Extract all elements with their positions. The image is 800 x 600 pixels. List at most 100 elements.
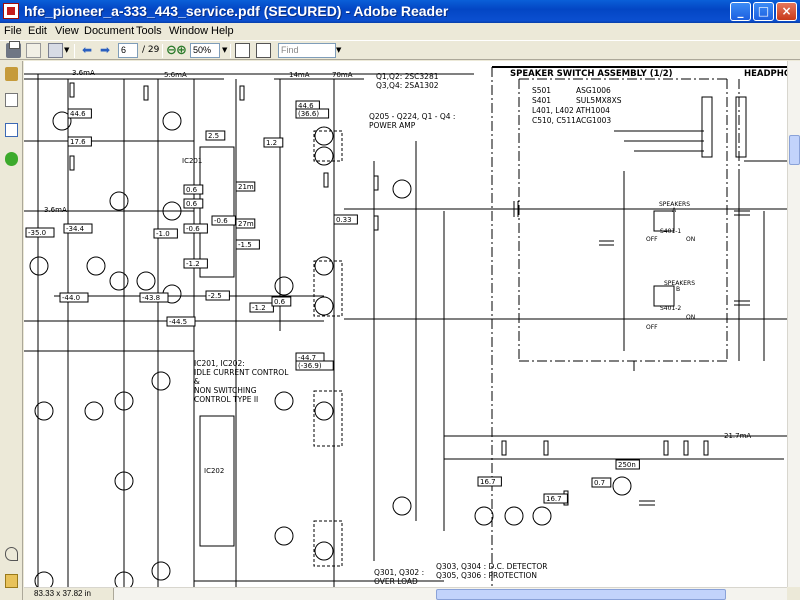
navigation-pane: [0, 61, 23, 600]
toolbar-separator: [230, 44, 231, 58]
previous-page-icon[interactable]: ⬅: [82, 43, 92, 58]
email-icon[interactable]: [26, 43, 41, 58]
voltage-value: -43.8: [142, 294, 160, 302]
ic-label: IC202: [204, 467, 224, 475]
voltage-value: -1.5: [238, 241, 252, 249]
menu-file[interactable]: File: [4, 25, 22, 37]
voltage-value: -44.0: [62, 294, 80, 302]
fit-page-icon[interactable]: [235, 43, 250, 58]
menu-tools[interactable]: Tools: [136, 25, 162, 37]
page-number-input[interactable]: 6: [118, 43, 138, 58]
ic-label: IC201: [182, 157, 202, 165]
attachment-icon[interactable]: [5, 547, 18, 561]
voltage-value: 250n: [618, 461, 636, 469]
adobe-reader-icon: [3, 3, 19, 19]
maximize-button[interactable]: □: [753, 2, 774, 21]
document-view[interactable]: -35.0 -34.4 -44.0 -43.8 -44.5 -44.7 (-36.9) 44.…: [24, 61, 787, 587]
menu-window[interactable]: Window: [169, 25, 208, 37]
toolbar-separator: [162, 44, 163, 58]
ic-note-note: IC201, IC202: IDLE CURRENT CONTROL & NON SW…: [194, 359, 289, 404]
voltage-value: -44.5: [169, 318, 187, 326]
window-title: hfe_pioneer_a-333_443_service.pdf (SECUR…: [24, 3, 449, 19]
part-number: ACG1003: [576, 116, 611, 125]
menu-view[interactable]: View: [55, 25, 79, 37]
scroll-thumb[interactable]: [436, 589, 726, 600]
voltage-value: -0.6: [186, 225, 200, 233]
voltage-value: 17.6: [70, 138, 86, 146]
note-line: &: [194, 377, 200, 386]
voltage-value: 21m: [238, 183, 254, 191]
voltage-value: 1.2: [266, 139, 277, 147]
switch-label: OFF: [646, 236, 658, 243]
current-label: 70mA: [332, 71, 353, 79]
note-line: NON SWITCHING: [194, 386, 257, 395]
part-ref: C510, C511: [532, 116, 576, 125]
voltage-value: -0.6: [214, 217, 228, 225]
help-icon[interactable]: [5, 152, 18, 166]
find-input[interactable]: Find: [278, 43, 336, 58]
switch-label: ON: [686, 236, 695, 243]
note-line: IDLE CURRENT CONTROL: [194, 368, 289, 377]
note-line: IC201, IC202:: [194, 359, 245, 368]
current-label: 3.6mA: [72, 69, 95, 77]
headphone-title: HEADPHO: [744, 69, 787, 79]
voltage-value: 44.6: [70, 110, 86, 118]
speaker-label: A: [672, 207, 677, 214]
voltage-value: (-36.9): [298, 362, 322, 370]
fit-width-icon[interactable]: [256, 43, 271, 58]
horizontal-scrollbar[interactable]: 83.33 x 37.82 in: [24, 587, 787, 600]
voltage-value: 0.7: [594, 479, 605, 487]
voltage-value: 16.7: [546, 495, 562, 503]
lock-icon[interactable]: [5, 67, 18, 81]
voltage-value: 16.7: [480, 478, 496, 486]
chevron-down-icon[interactable]: ▼: [222, 43, 227, 58]
note-line: Q305, Q306 : PROTECTION: [436, 571, 537, 580]
schematic-page: -35.0 -34.4-44.0 -43.8-44.5-44.7(-36.9)44.…: [24, 66, 787, 587]
title-bar: hfe_pioneer_a-333_443_service.pdf (SECUR…: [0, 0, 800, 23]
adobe-reader-window: hfe_pioneer_a-333_443_service.pdf (SECUR…: [0, 0, 800, 600]
page-total: / 29: [142, 45, 160, 55]
note-line: Q1,Q2: 2SC3281: [376, 72, 439, 81]
chevron-down-icon[interactable]: ▼: [64, 43, 69, 58]
next-page-icon[interactable]: ➡: [100, 43, 110, 58]
toolbar-separator: [74, 44, 75, 58]
part-ref: S401: [532, 96, 551, 105]
voltage-value: 0.6: [186, 186, 198, 194]
voltage-value: 0.6: [274, 298, 286, 306]
part-number: ASG1006: [576, 86, 611, 95]
part-number: ATH1004: [576, 106, 610, 115]
menu-document[interactable]: Document: [84, 25, 134, 37]
zoom-in-icon[interactable]: ⊕: [176, 43, 187, 58]
zoom-level-input[interactable]: 50%: [190, 43, 220, 58]
voltage-value: 2.5: [208, 132, 219, 140]
pages-icon[interactable]: [5, 93, 18, 107]
part-ref: L401, L402: [532, 106, 574, 115]
switch-label: ON: [686, 314, 695, 321]
close-button[interactable]: ×: [776, 2, 797, 21]
current-label: 3.6mA: [44, 206, 67, 214]
switch-label: OFF: [646, 324, 658, 331]
voltage-value: -34.4: [66, 225, 85, 233]
speaker-assembly-title: SPEAKER SWITCH ASSEMBLY (1/2): [510, 69, 673, 79]
vertical-scrollbar[interactable]: [787, 61, 800, 587]
save-copy-icon[interactable]: [48, 43, 63, 58]
note-line: Q3,Q4: 2SA1302: [376, 81, 439, 90]
transistors-list-note: Q1,Q2: 2SC3281 Q3,Q4: 2SA1302: [376, 72, 439, 90]
menu-edit[interactable]: Edit: [28, 25, 47, 37]
note-line: Q301, Q302 :: [374, 568, 424, 577]
voltage-value: -35.0: [28, 229, 46, 237]
current-label: 21.7mA: [724, 432, 751, 440]
voltage-value: -1.2: [252, 304, 266, 312]
voltage-value: -1.0: [156, 230, 170, 238]
scroll-thumb[interactable]: [789, 135, 800, 165]
voltage-value: (36.6): [298, 110, 319, 118]
part-number: SUL5MX8XS: [576, 96, 622, 105]
note-line: CONTROL TYPE II: [194, 395, 258, 404]
bookmarks-icon[interactable]: [5, 123, 18, 137]
menu-bar: File Edit View Document Tools Window Hel…: [0, 23, 800, 40]
chevron-down-icon[interactable]: ▼: [336, 43, 341, 58]
menu-help[interactable]: Help: [211, 25, 234, 37]
comments-icon[interactable]: [5, 574, 18, 588]
print-icon[interactable]: [6, 41, 21, 58]
minimize-button[interactable]: _: [730, 2, 751, 21]
